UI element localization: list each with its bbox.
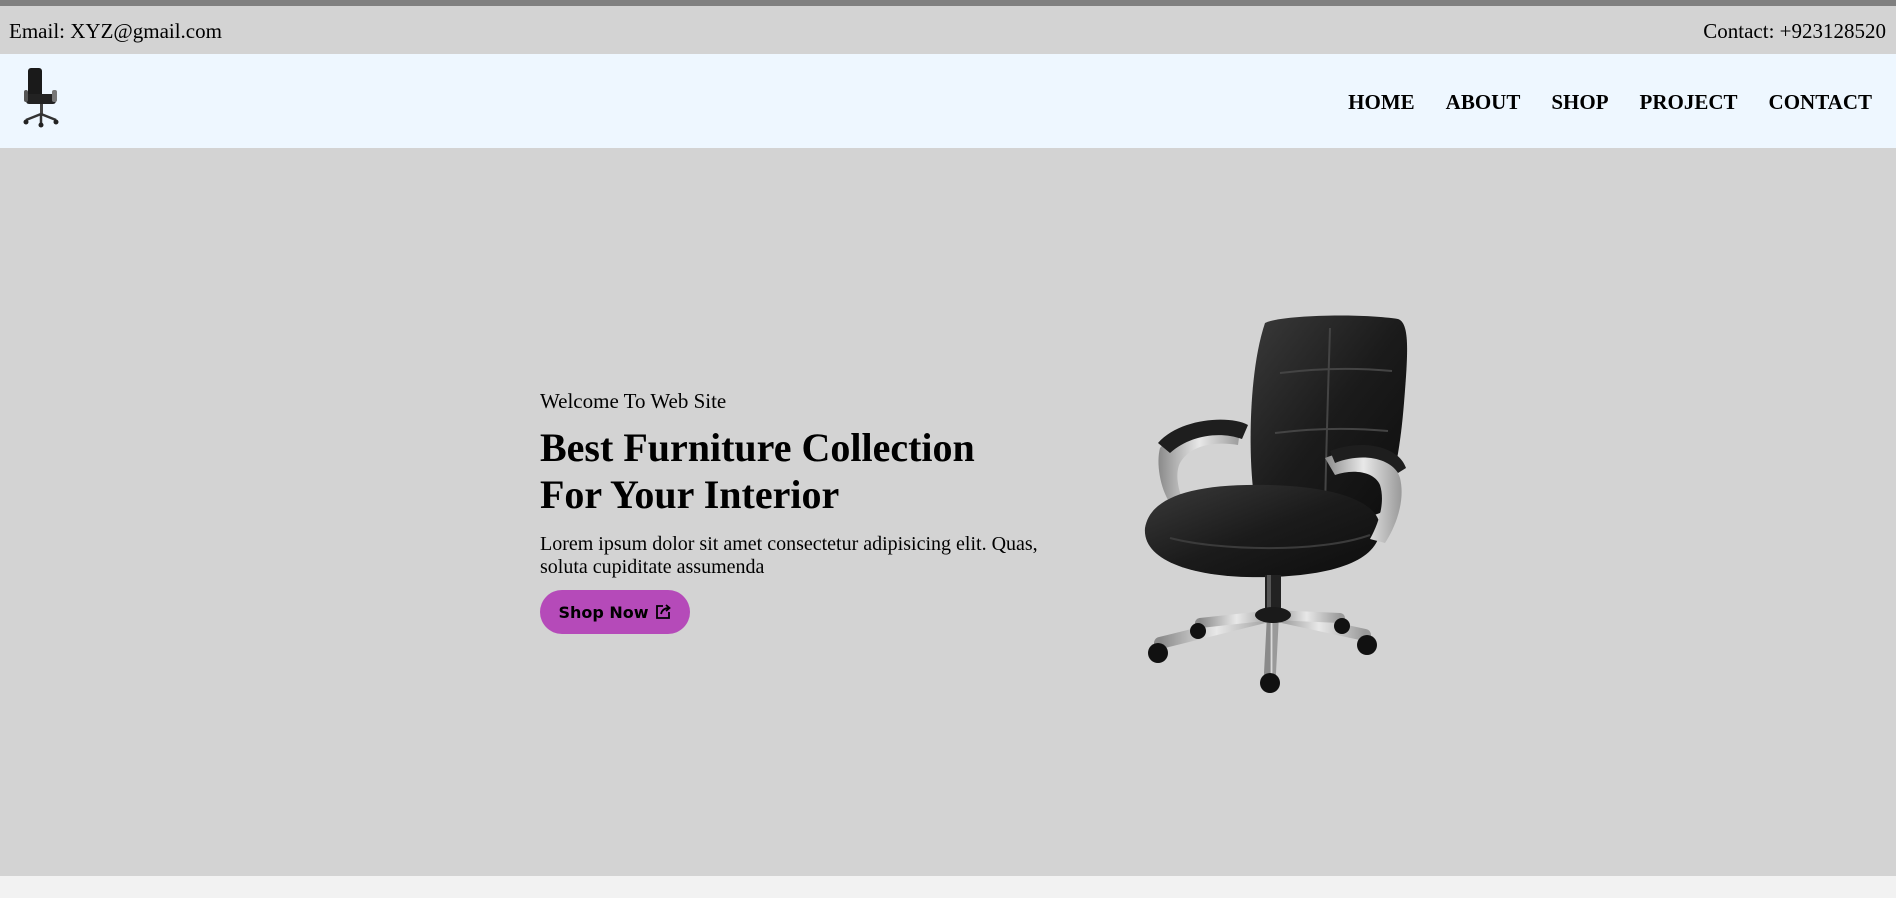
contact-text: Contact: +923128520: [1703, 19, 1886, 43]
hero-headline: Best Furniture Collection For Your Inter…: [540, 424, 1060, 518]
nav-about[interactable]: ABOUT: [1446, 90, 1521, 114]
hero-section: Welcome To Web Site Best Furniture Colle…: [0, 148, 1896, 876]
share-icon: [655, 604, 671, 619]
hero-headline-line2: For Your Interior: [540, 472, 840, 517]
email-text: Email: XYZ@gmail.com: [9, 19, 222, 43]
office-chair-icon: [23, 68, 59, 128]
hero-description-line1: Lorem ipsum dolor sit amet consectetur a…: [540, 533, 1038, 555]
nav-menu: HOME ABOUT SHOP PROJECT CONTACT: [1348, 90, 1872, 114]
nav-home[interactable]: HOME: [1348, 90, 1415, 114]
office-chair-image: [1130, 313, 1430, 693]
hero-text: Welcome To Web Site Best Furniture Colle…: [540, 389, 1060, 579]
nav-project[interactable]: PROJECT: [1640, 90, 1738, 114]
top-info-bar: Email: XYZ@gmail.com Contact: +923128520: [0, 6, 1896, 54]
navbar: HOME ABOUT SHOP PROJECT CONTACT: [0, 54, 1896, 148]
shop-now-label: Shop Now: [558, 602, 649, 622]
shop-now-button[interactable]: Shop Now: [540, 590, 690, 634]
footer-strip: [0, 876, 1896, 898]
logo[interactable]: [20, 66, 64, 132]
hero-description: Lorem ipsum dolor sit amet consectetur a…: [540, 533, 1060, 579]
welcome-text: Welcome To Web Site: [540, 389, 727, 413]
nav-shop[interactable]: SHOP: [1551, 90, 1608, 114]
hero-description-line2: soluta cupiditate assumenda: [540, 556, 765, 578]
hero-headline-line1: Best Furniture Collection: [540, 425, 975, 470]
nav-contact[interactable]: CONTACT: [1769, 90, 1872, 114]
